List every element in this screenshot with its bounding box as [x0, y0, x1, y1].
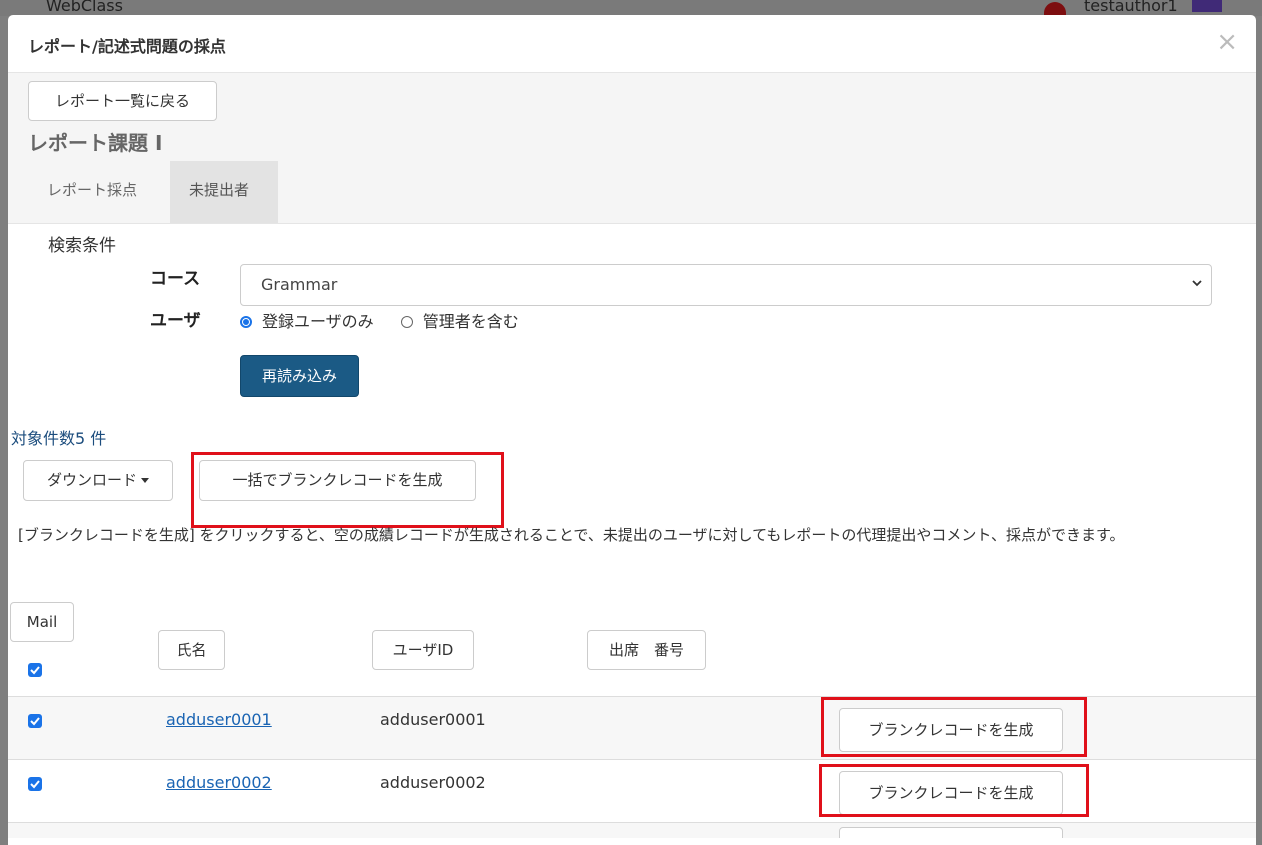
- row-checkbox[interactable]: [28, 714, 42, 728]
- reload-button[interactable]: 再読み込み: [240, 355, 359, 397]
- generate-blank-record-button[interactable]: ブランクレコードを生成: [839, 771, 1063, 815]
- check-icon: [30, 666, 40, 675]
- user-name-link[interactable]: adduser0001: [166, 710, 272, 729]
- modal-title: レポート/記述式問題の採点: [28, 37, 226, 56]
- notification-icon: [1036, 0, 1070, 16]
- back-to-report-list-button[interactable]: レポート一覧に戻る: [28, 81, 217, 121]
- radio-label: 登録ユーザのみ: [262, 312, 374, 331]
- background-header: WebClass testauthor1: [0, 0, 1262, 16]
- column-header-user-id[interactable]: ユーザID: [372, 630, 474, 670]
- column-header-attendance-number[interactable]: 出席 番号: [587, 630, 706, 670]
- report-title: レポート課題 I: [28, 131, 163, 155]
- table-row: [8, 822, 1256, 838]
- radio-label: 管理者を含む: [422, 312, 519, 331]
- table-row: adduser0002 adduser0002 ブランクレコードを生成: [8, 759, 1256, 822]
- generate-blank-record-button[interactable]: ブランクレコードを生成: [839, 708, 1063, 752]
- app-name: WebClass: [46, 0, 123, 15]
- radio-selected-icon: [240, 316, 252, 328]
- chevron-down-icon: [1192, 280, 1202, 287]
- caret-down-icon: [141, 478, 149, 483]
- username: testauthor1: [1084, 0, 1178, 15]
- select-all-checkbox[interactable]: [28, 663, 42, 677]
- tab-not-submitted[interactable]: 未提出者: [170, 161, 278, 223]
- description-text: [ブランクレコードを生成] をクリックすると、空の成績レコードが生成されることで…: [18, 526, 1125, 544]
- search-conditions-title: 検索条件: [48, 236, 116, 256]
- download-label: ダウンロード: [46, 471, 137, 489]
- radio-registered-only[interactable]: 登録ユーザのみ: [240, 308, 374, 332]
- avatar: [1192, 0, 1222, 12]
- course-select[interactable]: Grammar: [240, 264, 1212, 306]
- generate-blank-record-button-partial[interactable]: [839, 827, 1063, 838]
- row-checkbox[interactable]: [28, 777, 42, 791]
- radio-include-admin[interactable]: 管理者を含む: [400, 308, 519, 332]
- download-dropdown-button[interactable]: ダウンロード: [23, 460, 173, 501]
- radio-unselected-icon: [400, 316, 413, 328]
- mail-button[interactable]: Mail: [10, 602, 74, 642]
- bulk-generate-blank-records-button[interactable]: 一括でブランクレコードを生成: [199, 460, 476, 501]
- user-label: ユーザ: [150, 311, 201, 331]
- course-label: コース: [150, 269, 201, 289]
- tab-report-grading[interactable]: レポート採点: [28, 161, 170, 223]
- result-count: 対象件数5 件: [11, 429, 107, 448]
- close-icon[interactable]: ×: [1216, 29, 1238, 55]
- course-select-value: Grammar: [261, 275, 338, 294]
- user-id-cell: adduser0002: [380, 773, 486, 792]
- user-filter-radios: 登録ユーザのみ 管理者を含む: [240, 308, 541, 332]
- check-icon: [30, 780, 40, 789]
- modal-header: レポート/記述式問題の採点 ×: [8, 15, 1256, 73]
- report-top-area: レポート一覧に戻る レポート課題 I レポート採点 未提出者: [8, 73, 1256, 224]
- check-icon: [30, 717, 40, 726]
- column-header-name[interactable]: 氏名: [158, 630, 225, 670]
- user-name-link[interactable]: adduser0002: [166, 773, 272, 792]
- user-id-cell: adduser0001: [380, 710, 486, 729]
- table-row: adduser0001 adduser0001 ブランクレコードを生成: [8, 696, 1256, 759]
